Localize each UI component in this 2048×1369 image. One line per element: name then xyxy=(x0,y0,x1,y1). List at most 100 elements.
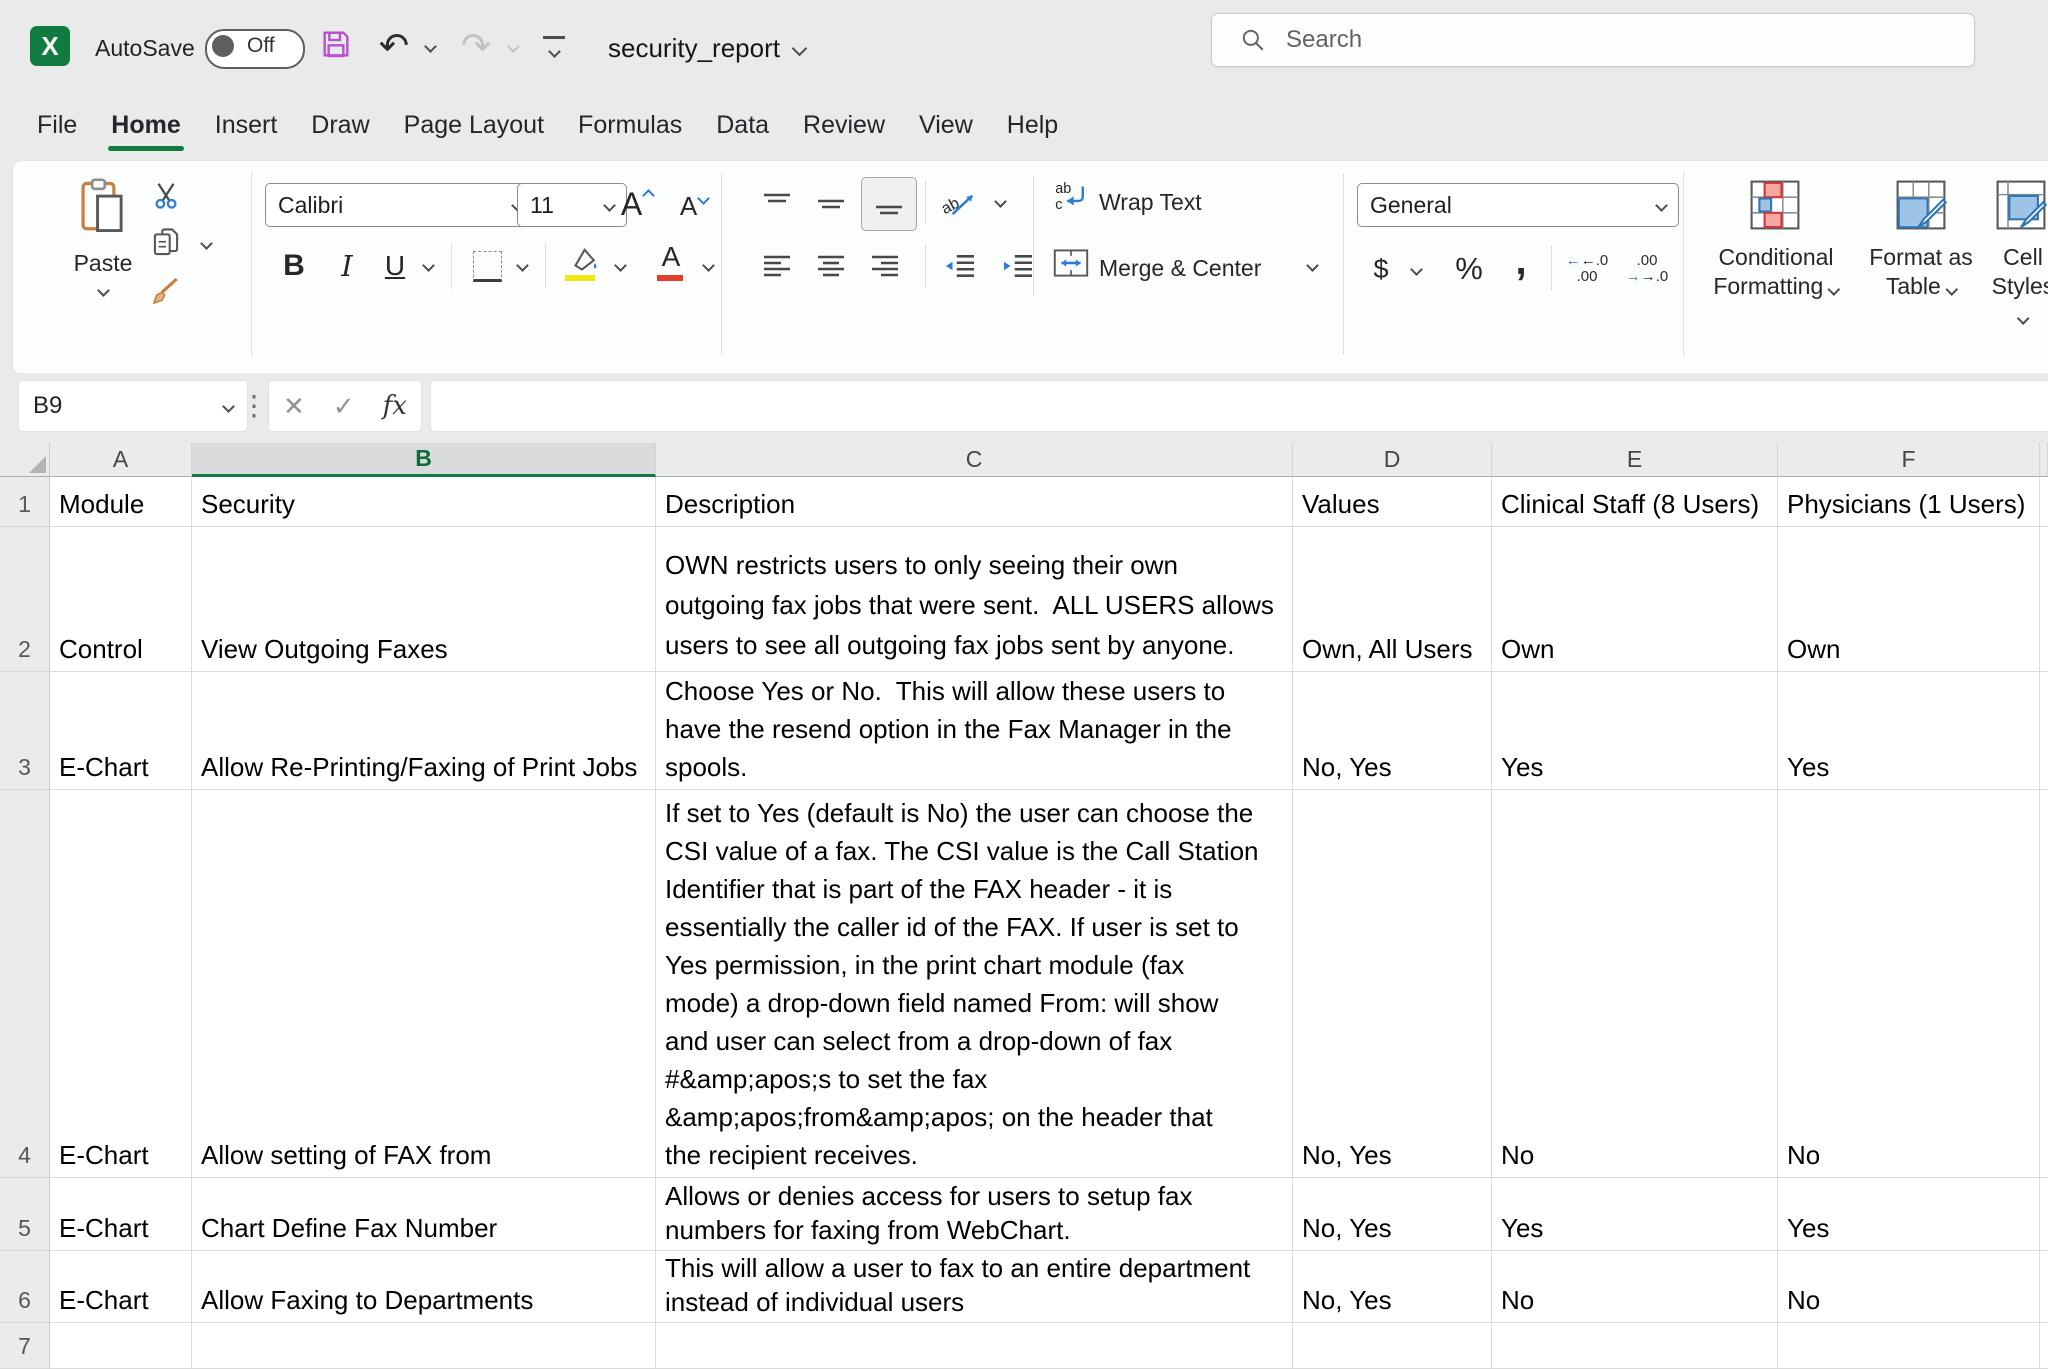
conditional-formatting-button[interactable] xyxy=(1725,173,1825,237)
underline-button[interactable]: U xyxy=(373,243,417,289)
customize-quick-access-toolbar-button[interactable] xyxy=(543,36,565,61)
column-header-partial[interactable] xyxy=(2040,443,2048,477)
merge-center-button[interactable] xyxy=(1049,243,1093,283)
bottom-align-button[interactable] xyxy=(861,177,917,231)
orientation-dropdown[interactable] xyxy=(989,189,1011,213)
cell-e3[interactable]: Yes xyxy=(1492,672,1778,790)
row-header-7[interactable]: 7 xyxy=(0,1323,50,1369)
copy-button[interactable] xyxy=(143,223,189,263)
tab-draw[interactable]: Draw xyxy=(294,92,386,158)
cell-c7[interactable] xyxy=(656,1323,1293,1369)
cell-f2[interactable]: Own xyxy=(1778,527,2040,672)
font-color-button[interactable]: A xyxy=(649,237,693,277)
accounting-format-dropdown[interactable] xyxy=(1405,257,1427,281)
format-painter-button[interactable] xyxy=(143,271,189,311)
row-header-6[interactable]: 6 xyxy=(0,1251,50,1323)
cell-f7[interactable] xyxy=(1778,1323,2040,1369)
select-all-corner[interactable] xyxy=(0,443,50,477)
cancel-button[interactable]: ✕ xyxy=(283,391,305,422)
cut-button[interactable] xyxy=(143,175,189,215)
paste-button[interactable] xyxy=(63,173,143,241)
search-input[interactable] xyxy=(1284,16,1948,64)
cell-c1[interactable]: Description xyxy=(656,477,1293,527)
cell-d6[interactable]: No, Yes xyxy=(1293,1251,1492,1323)
cell-c5[interactable]: Allows or denies access for users to set… xyxy=(656,1178,1293,1251)
tab-data[interactable]: Data xyxy=(699,92,786,158)
cell-b6[interactable]: Allow Faxing to Departments xyxy=(192,1251,656,1323)
paste-dropdown[interactable] xyxy=(91,281,115,299)
tab-page-layout[interactable]: Page Layout xyxy=(387,92,561,158)
middle-align-button[interactable] xyxy=(807,183,855,225)
cell-f3[interactable]: Yes xyxy=(1778,672,2040,790)
cell-d5[interactable]: No, Yes xyxy=(1293,1178,1492,1251)
align-center-button[interactable] xyxy=(807,245,855,287)
row-header-5[interactable]: 5 xyxy=(0,1178,50,1251)
cell-e4[interactable]: No xyxy=(1492,790,1778,1178)
search-box[interactable] xyxy=(1211,13,1975,67)
column-header-c[interactable]: C xyxy=(656,443,1293,477)
cell-b2[interactable]: View Outgoing Faxes xyxy=(192,527,656,672)
fill-color-button[interactable] xyxy=(559,239,605,279)
workbook-title[interactable]: security_report xyxy=(608,33,805,64)
cell-f5[interactable]: Yes xyxy=(1778,1178,2040,1251)
merge-center-dropdown[interactable] xyxy=(1301,253,1323,277)
copy-dropdown[interactable] xyxy=(195,231,217,255)
bold-button[interactable]: B xyxy=(271,243,317,289)
underline-dropdown[interactable] xyxy=(417,253,439,277)
column-header-e[interactable]: E xyxy=(1492,443,1778,477)
cell-e5[interactable]: Yes xyxy=(1492,1178,1778,1251)
decrease-decimal-button[interactable]: .00 →→.0 xyxy=(1621,247,1673,291)
cell-a7[interactable] xyxy=(50,1323,192,1369)
column-header-a[interactable]: A xyxy=(50,443,192,477)
tab-view[interactable]: View xyxy=(902,92,990,158)
undo-button[interactable]: ↶ xyxy=(374,24,414,68)
autosave-toggle[interactable]: Off xyxy=(205,29,305,69)
top-align-button[interactable] xyxy=(753,183,801,225)
formula-input[interactable] xyxy=(430,380,2048,432)
row-header-3[interactable]: 3 xyxy=(0,672,50,790)
align-left-button[interactable] xyxy=(753,245,801,287)
cell-e6[interactable]: No xyxy=(1492,1251,1778,1323)
increase-decimal-button[interactable]: ←←.0 .00 xyxy=(1561,247,1613,291)
cell-d1[interactable]: Values xyxy=(1293,477,1492,527)
align-right-button[interactable] xyxy=(861,245,909,287)
row-header-4[interactable]: 4 xyxy=(0,790,50,1178)
redo-button[interactable]: ↷ xyxy=(456,24,496,68)
name-box[interactable]: B9 xyxy=(18,380,248,432)
insert-function-button[interactable]: fx xyxy=(383,391,407,421)
number-format-select[interactable]: General xyxy=(1357,183,1679,227)
cell-d7[interactable] xyxy=(1293,1323,1492,1369)
undo-dropdown[interactable] xyxy=(420,24,440,68)
cell-a6[interactable]: E-Chart xyxy=(50,1251,192,1323)
enter-button[interactable]: ✓ xyxy=(333,391,355,422)
cell-f6[interactable]: No xyxy=(1778,1251,2040,1323)
cell-b5[interactable]: Chart Define Fax Number xyxy=(192,1178,656,1251)
tab-help[interactable]: Help xyxy=(990,92,1075,158)
cell-d2[interactable]: Own, All Users xyxy=(1293,527,1492,672)
cell-c4[interactable]: If set to Yes (default is No) the user c… xyxy=(656,790,1293,1178)
borders-dropdown[interactable] xyxy=(511,253,533,277)
cell-styles-button[interactable] xyxy=(1981,173,2048,237)
italic-button[interactable]: I xyxy=(325,243,369,289)
cell-c2[interactable]: OWN restricts users to only seeing their… xyxy=(656,527,1293,672)
font-color-dropdown[interactable] xyxy=(697,253,719,277)
row-header-2[interactable]: 2 xyxy=(0,527,50,672)
cell-b1[interactable]: Security xyxy=(192,477,656,527)
decrease-font-size-button[interactable]: A xyxy=(669,185,719,227)
cell-b3[interactable]: Allow Re-Printing/Faxing of Print Jobs xyxy=(192,672,656,790)
formula-bar-grip-icon[interactable]: ⋮ xyxy=(240,389,268,422)
tab-home[interactable]: Home xyxy=(94,92,197,158)
cell-a4[interactable]: E-Chart xyxy=(50,790,192,1178)
format-as-table-button[interactable] xyxy=(1871,173,1971,237)
orientation-button[interactable]: ab xyxy=(935,181,985,225)
tab-review[interactable]: Review xyxy=(786,92,902,158)
save-button[interactable] xyxy=(318,24,354,64)
row-header-1[interactable]: 1 xyxy=(0,477,50,527)
cell-c6[interactable]: This will allow a user to fax to an enti… xyxy=(656,1251,1293,1323)
fill-color-dropdown[interactable] xyxy=(609,253,631,277)
borders-button[interactable] xyxy=(465,245,509,287)
column-header-d[interactable]: D xyxy=(1293,443,1492,477)
column-header-b[interactable]: B xyxy=(192,443,656,477)
excel-logo-icon[interactable]: X xyxy=(30,26,70,66)
comma-style-button[interactable]: , xyxy=(1501,239,1541,283)
